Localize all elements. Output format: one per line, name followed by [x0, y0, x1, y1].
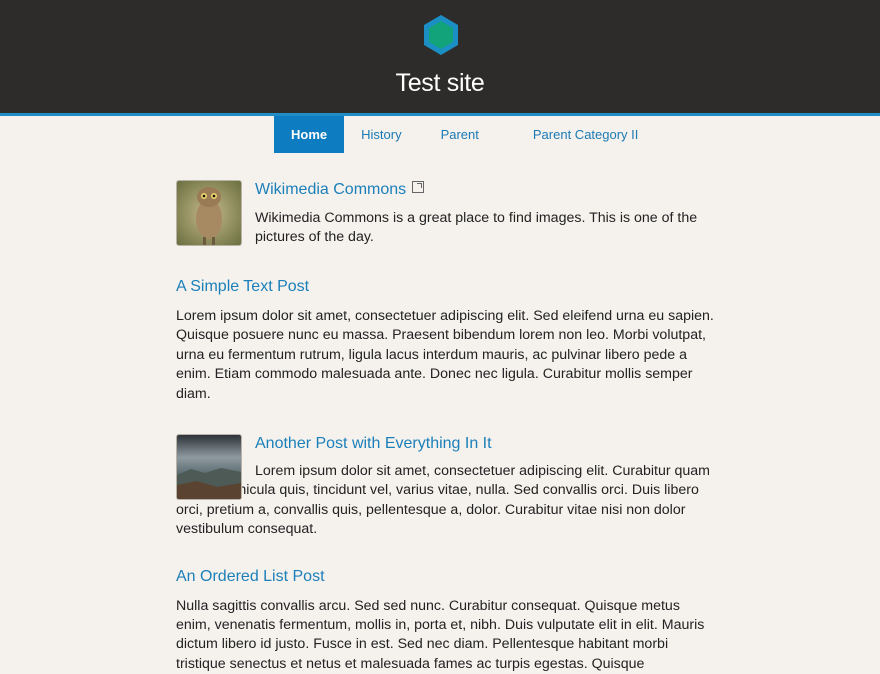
site-header: Test site [0, 0, 880, 116]
post-title-text[interactable]: Wikimedia Commons [255, 181, 406, 198]
post-excerpt: Lorem ipsum dolor sit amet, consectetuer… [176, 308, 714, 402]
post-item: An Ordered List Post Nulla sagittis conv… [176, 567, 716, 674]
site-logo-icon[interactable] [421, 13, 461, 57]
external-link-icon[interactable] [412, 181, 425, 193]
nav-item-history[interactable]: History [344, 116, 418, 153]
post-item: Wikimedia Commons Wikimedia Commons is a… [176, 180, 716, 260]
post-list: Wikimedia Commons Wikimedia Commons is a… [176, 180, 716, 674]
nav-item-parent[interactable]: Parent [419, 116, 500, 153]
post-item: Another Post with Everything In It Lorem… [176, 434, 716, 540]
owl-thumbnail[interactable] [176, 180, 242, 246]
main-nav: Home History Parent Parent Category II [274, 116, 650, 153]
post-excerpt: Nulla sagittis convallis arcu. Sed sed n… [176, 597, 705, 672]
owl-image [177, 181, 241, 245]
post-item: A Simple Text Post Lorem ipsum dolor sit… [176, 277, 716, 404]
post-title[interactable]: An Ordered List Post [176, 567, 716, 587]
nav-item-home[interactable]: Home [274, 116, 345, 153]
nav-item-parent-category-ii[interactable]: Parent Category II [500, 116, 651, 153]
site-title[interactable]: Test site [0, 68, 880, 98]
post-title[interactable]: Wikimedia Commons [255, 180, 716, 200]
landscape-thumbnail[interactable] [176, 434, 242, 501]
landscape-image [177, 435, 241, 500]
post-title[interactable]: Another Post with Everything In It [255, 434, 716, 454]
post-excerpt: Lorem ipsum dolor sit amet, consectetuer… [176, 463, 710, 538]
post-title[interactable]: A Simple Text Post [176, 277, 716, 297]
post-excerpt: Wikimedia Commons is a great place to fi… [255, 210, 698, 246]
